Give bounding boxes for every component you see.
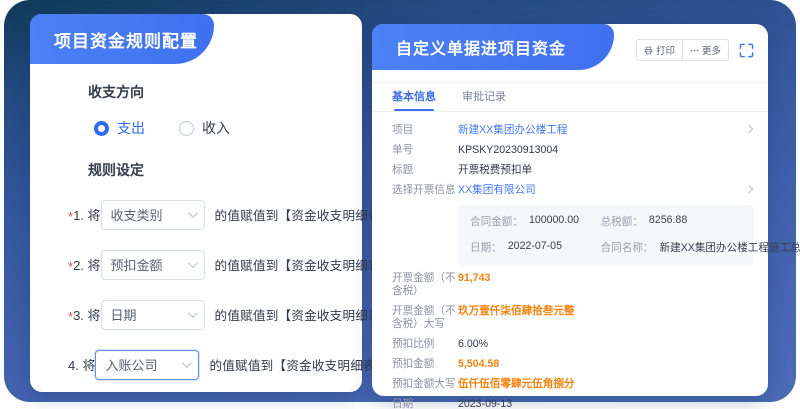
contract-name-label: 合同名称： bbox=[601, 240, 654, 255]
withhold-amount-caps-label: 预扣金额大写 bbox=[392, 378, 458, 391]
doc-number-value: KPSKY20230913004 bbox=[458, 144, 558, 157]
rule-4-field-value: 入账公司 bbox=[105, 355, 157, 374]
field-row-withhold-amount-caps: 预扣金额大写 伍仟伍佰零肆元伍角捌分 bbox=[392, 378, 754, 391]
direction-section-label: 收支方向 bbox=[88, 82, 342, 102]
contract-name-value: 新建XX集团办公楼工程施工总承包合同 bbox=[660, 240, 800, 255]
chevron-right-icon[interactable] bbox=[745, 125, 753, 133]
rule-4-field-select[interactable]: 入账公司 bbox=[95, 350, 199, 380]
contract-date: 日期： 2022-07-05 bbox=[470, 240, 601, 255]
total-tax-value: 8256.88 bbox=[649, 214, 687, 229]
fullscreen-button[interactable] bbox=[739, 43, 754, 58]
tab-basic-info-label: 基本信息 bbox=[392, 91, 436, 103]
chevron-right-icon[interactable] bbox=[745, 185, 753, 193]
document-form: 项目 新建XX集团办公楼工程 单号 KPSKY20230913004 标题 开票… bbox=[392, 117, 754, 388]
withhold-amount-caps-value: 伍仟伍佰零肆元伍角捌分 bbox=[458, 378, 575, 391]
invoice-amount-caps-label: 开票金额（不含税）大写 bbox=[392, 305, 458, 331]
field-row-doc-number: 单号 KPSKY20230913004 bbox=[392, 144, 754, 157]
chevron-down-icon bbox=[187, 308, 197, 318]
custom-document-panel: 自定义单据进项目资金 打印 更多 基本信息 bbox=[372, 24, 768, 396]
more-button-label: 更多 bbox=[702, 43, 721, 57]
field-row-project: 项目 新建XX集团办公楼工程 bbox=[392, 124, 754, 137]
rule-1-field-select[interactable]: 收支类别 bbox=[101, 200, 205, 230]
contract-info-box: 合同金额： 100000.00 总税额： 8256.88 日期： 2022-07… bbox=[458, 205, 754, 265]
print-button-label: 打印 bbox=[656, 43, 675, 57]
rule-2-field-select[interactable]: 预扣金额 bbox=[101, 250, 205, 280]
contract-date-label: 日期： bbox=[470, 240, 502, 255]
field-row-withhold-amount: 预扣金额 5,504.58 bbox=[392, 358, 754, 371]
doc-title-label: 标题 bbox=[392, 164, 458, 177]
rule-2-prefix: 2. 将 bbox=[73, 255, 100, 274]
invoice-info-label: 选择开票信息 bbox=[392, 184, 458, 197]
field-row-invoice-amount-caps: 开票金额（不含税）大写 玖万壹仟柒佰肆拾叁元整 bbox=[392, 305, 754, 331]
rule-3-prefix: 3. 将 bbox=[73, 305, 100, 324]
toolbar-button-group: 打印 更多 bbox=[636, 39, 729, 61]
tab-basic-info[interactable]: 基本信息 bbox=[392, 88, 436, 112]
rule-row-4: 4. 将 入账公司 的值赋值到【资金收支明细表-往来单位】中 bbox=[68, 349, 342, 380]
rule-row-3: * 3. 将 日期 的值赋值到【资金收支明细表-收支日期】中 bbox=[68, 299, 342, 330]
right-panel-title-ribbon: 自定义单据进项目资金 bbox=[372, 24, 614, 70]
contract-amount-value: 100000.00 bbox=[529, 214, 579, 229]
radio-income[interactable]: 收入 bbox=[179, 118, 230, 138]
rule-1-field-value: 收支类别 bbox=[111, 205, 163, 224]
chevron-down-icon bbox=[187, 258, 197, 268]
rules-section-label: 规则设定 bbox=[88, 160, 342, 180]
tab-approval-record[interactable]: 审批记录 bbox=[462, 88, 506, 112]
project-link[interactable]: 新建XX集团办公楼工程 bbox=[458, 124, 567, 137]
radio-unselected-icon bbox=[179, 121, 194, 136]
withhold-amount-label: 预扣金额 bbox=[392, 358, 458, 371]
rule-2-field-value: 预扣金额 bbox=[111, 255, 163, 274]
invoice-info-link[interactable]: XX集团有限公司 bbox=[458, 184, 536, 197]
total-tax: 总税额： 8256.88 bbox=[601, 214, 742, 229]
contract-name: 合同名称： 新建XX集团办公楼工程施工总承包合同 bbox=[601, 240, 742, 255]
more-button[interactable]: 更多 bbox=[682, 40, 728, 60]
invoice-amount-label: 开票金额（不含税） bbox=[392, 272, 458, 298]
radio-income-label: 收入 bbox=[202, 118, 230, 138]
contract-amount-label: 合同金额： bbox=[470, 214, 523, 229]
field-row-title: 标题 开票税费预扣单 bbox=[392, 164, 754, 177]
direction-radio-group: 支出 收入 bbox=[94, 118, 342, 138]
withhold-ratio-label: 预扣比例 bbox=[392, 338, 458, 351]
tab-bar: 基本信息 审批记录 bbox=[392, 88, 506, 112]
withhold-ratio-value: 6.00% bbox=[458, 338, 488, 351]
tab-approval-record-label: 审批记录 bbox=[462, 91, 506, 103]
radio-expense-label: 支出 bbox=[117, 118, 145, 138]
field-row-invoice-info: 选择开票信息 XX集团有限公司 bbox=[392, 184, 754, 197]
date-label: 日期 bbox=[392, 398, 458, 409]
right-panel-toolbar: 打印 更多 bbox=[636, 39, 754, 61]
rule-row-1: * 1. 将 收支类别 的值赋值到【资金收支明细表-收支类别】中 bbox=[68, 199, 342, 230]
project-label: 项目 bbox=[392, 124, 458, 137]
invoice-amount-caps-value: 玖万壹仟柒佰肆拾叁元整 bbox=[458, 305, 575, 318]
printer-icon bbox=[644, 46, 653, 55]
fund-rule-config-panel: 项目资金规则配置 收支方向 支出 收入 规则设定 * 1. 将 收支类别 bbox=[30, 14, 362, 392]
header-divider bbox=[372, 82, 768, 83]
withhold-amount-value: 5,504.58 bbox=[458, 358, 499, 371]
total-tax-label: 总税额： bbox=[601, 214, 643, 229]
rule-4-prefix: 4. 将 bbox=[68, 355, 95, 374]
rule-row-2: * 2. 将 预扣金额 的值赋值到【资金收支明细表-金额】中 bbox=[68, 249, 342, 280]
date-value: 2023-09-13 bbox=[458, 398, 512, 409]
fullscreen-expand-icon bbox=[739, 43, 754, 58]
field-row-date: 日期 2023-09-13 bbox=[392, 398, 754, 409]
invoice-amount-value: 91,743 bbox=[458, 272, 490, 285]
radio-expense[interactable]: 支出 bbox=[94, 118, 145, 138]
print-button[interactable]: 打印 bbox=[637, 40, 682, 60]
rule-1-prefix: 1. 将 bbox=[73, 205, 100, 224]
rule-3-field-value: 日期 bbox=[111, 305, 137, 324]
screenshot-stage: 项目资金规则配置 收支方向 支出 收入 规则设定 * 1. 将 收支类别 bbox=[0, 0, 800, 409]
doc-title-value: 开票税费预扣单 bbox=[458, 164, 532, 177]
left-panel-title: 项目资金规则配置 bbox=[54, 27, 198, 52]
right-panel-title: 自定义单据进项目资金 bbox=[396, 35, 566, 59]
rule-3-field-select[interactable]: 日期 bbox=[101, 300, 205, 330]
chevron-down-icon bbox=[187, 208, 197, 218]
more-dots-icon bbox=[690, 46, 699, 55]
chevron-down-icon bbox=[182, 358, 192, 368]
tab-bar-divider bbox=[372, 111, 768, 112]
doc-number-label: 单号 bbox=[392, 144, 458, 157]
left-panel-title-ribbon: 项目资金规则配置 bbox=[30, 14, 214, 64]
contract-date-value: 2022-07-05 bbox=[508, 240, 562, 255]
field-row-invoice-amount: 开票金额（不含税） 91,743 bbox=[392, 272, 754, 298]
field-row-withhold-ratio: 预扣比例 6.00% bbox=[392, 338, 754, 351]
radio-selected-icon bbox=[94, 121, 109, 136]
contract-amount: 合同金额： 100000.00 bbox=[470, 214, 601, 229]
